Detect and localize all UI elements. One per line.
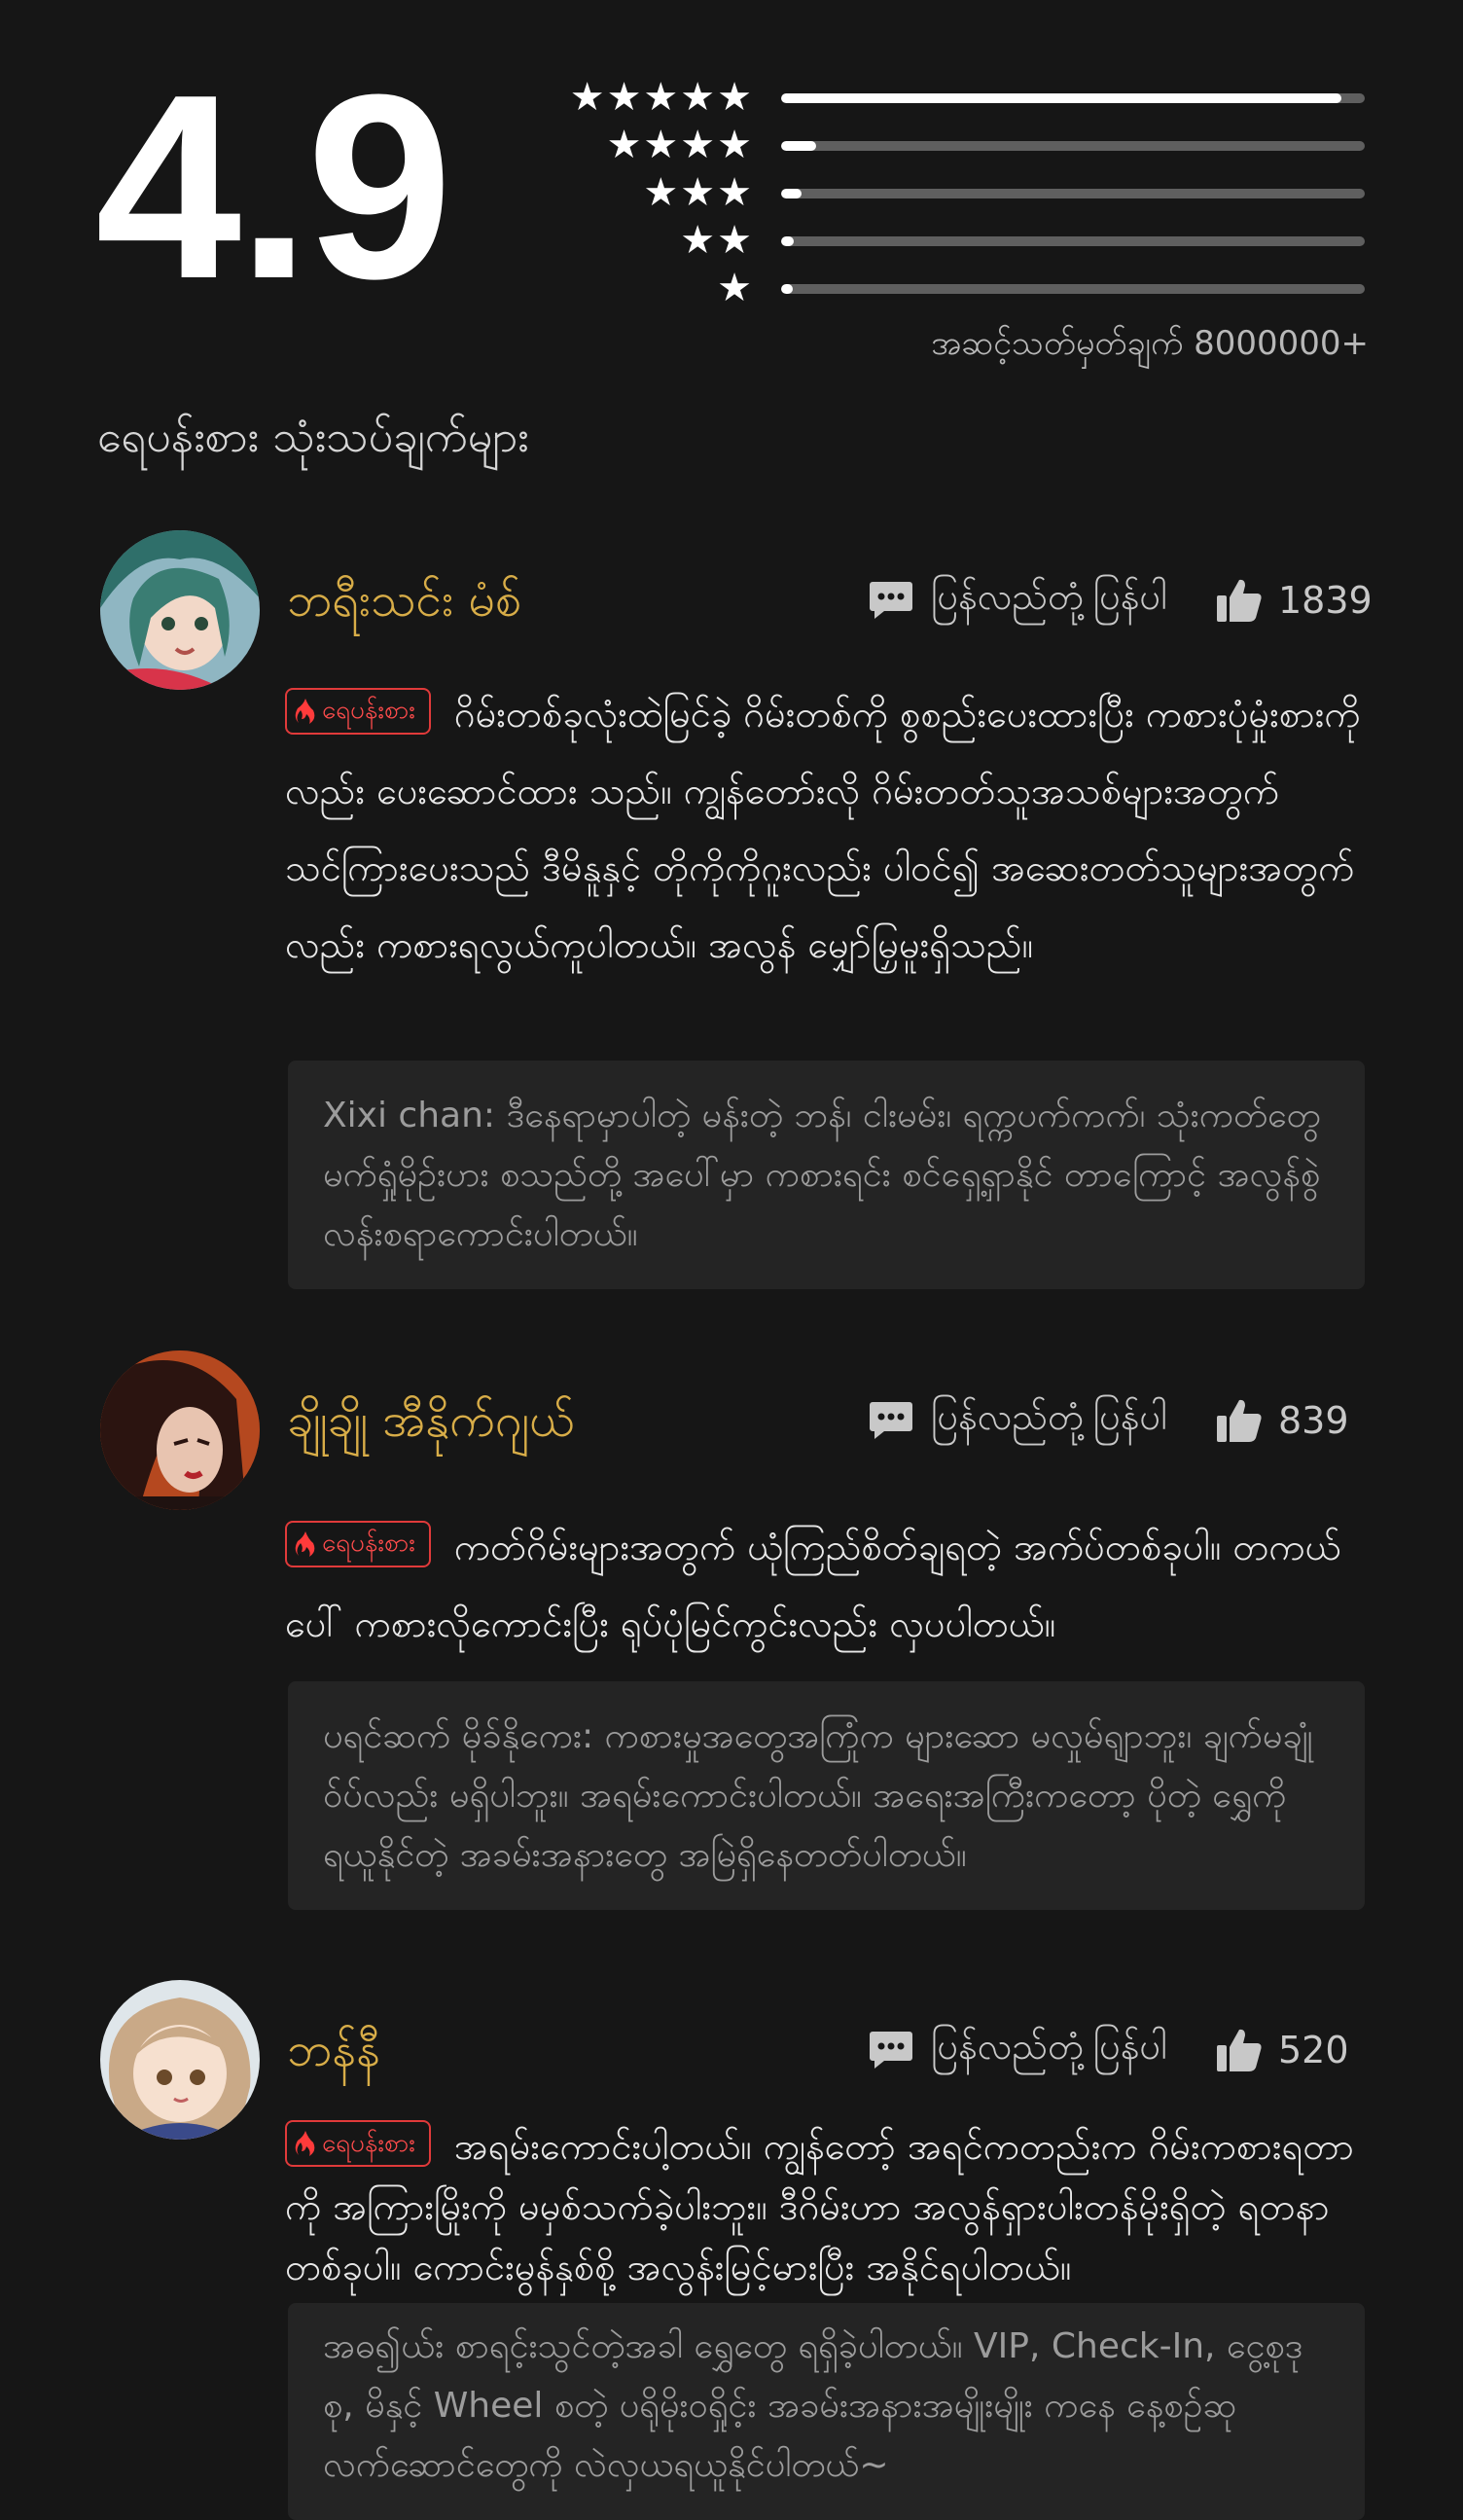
section-title: ရေပန်းစား သုံးသပ်ချက်များ xyxy=(97,411,529,462)
reply-button[interactable]: ပြန်လည်တုံ့ပြန်ပါ xyxy=(869,1391,1167,1450)
rating-count: အဆင့်သတ်မှတ်ချက် 8000000+ xyxy=(931,324,1369,363)
review-text: ရေပန်းစား ဂိမ်းတစ်ခုလုံးထဲမြင်ခဲ့ ဂိမ်းတ… xyxy=(285,676,1376,984)
review-body: ကတ်ဂိမ်းများအတွက် ယုံကြည်စိတ်ချရတဲ့ အက်ပ… xyxy=(285,1526,1341,1645)
rating-bar xyxy=(781,93,1365,103)
rating-bar-fill xyxy=(781,141,816,151)
badge-label: ရေပန်းစား xyxy=(322,2128,415,2158)
thumbs-up-icon xyxy=(1217,2029,1262,2071)
like-button[interactable]: 1839 xyxy=(1216,571,1373,630)
developer-reply-text: အဓ၍ယ်း စာရင့်းသွင်တဲ့အခါ ရွှေတွေ ရရှိခဲ့… xyxy=(323,2326,1303,2485)
avatar[interactable] xyxy=(100,1350,260,1510)
rating-bar xyxy=(781,284,1365,294)
rating-row-1: ★ xyxy=(545,269,1367,307)
review-body: ဂိမ်းတစ်ခုလုံးထဲမြင်ခဲ့ ဂိမ်းတစ်ကို စွစည… xyxy=(285,693,1361,966)
chat-icon xyxy=(870,582,912,619)
review-body: အရမ်းကောင်းပါ့တယ်။ ကျွန်တော့် အရင်ကတည်းက… xyxy=(285,2125,1354,2288)
star-icons: ★★ xyxy=(680,218,754,263)
star-icons: ★★★★★ xyxy=(569,75,754,120)
developer-reply-text: Xixi chan: ဒီနေရာမှာပါတဲ့ မန်းတဲ့ ဘန်၊ င… xyxy=(323,1096,1321,1254)
review-text: ရေပန်းစား အရမ်းကောင်းပါ့တယ်။ ကျွန်တော့် … xyxy=(285,2116,1376,2297)
rating-bar-fill xyxy=(781,236,795,246)
average-score: 4.9 xyxy=(95,41,452,334)
popular-badge: ရေပန်းစား xyxy=(285,687,431,735)
star-icons: ★★★★ xyxy=(606,123,754,167)
rating-bar-fill xyxy=(781,93,1341,103)
thumbs-up-icon xyxy=(1217,1399,1262,1442)
badge-label: ရေပန်းစား xyxy=(322,696,415,725)
developer-reply: အဓ၍ယ်း စာရင့်းသွင်တဲ့အခါ ရွှေတွေ ရရှိခဲ့… xyxy=(288,2303,1365,2520)
reply-label: ပြန်လည်တုံ့ပြန်ပါ xyxy=(931,1395,1167,1438)
developer-reply: Xixi chan: ဒီနေရာမှာပါတဲ့ မန်းတဲ့ ဘန်၊ င… xyxy=(288,1061,1365,1289)
popular-badge: ရေပန်းစား xyxy=(285,1520,431,1567)
popular-badge: ရေပန်းစား xyxy=(285,2119,431,2167)
rating-row-3: ★★★ xyxy=(545,173,1367,212)
reply-button[interactable]: ပြန်လည်တုံ့ပြန်ပါ xyxy=(869,571,1167,630)
avatar[interactable] xyxy=(100,530,260,690)
reply-button[interactable]: ပြန်လည်တုံ့ပြန်ပါ xyxy=(869,2021,1167,2079)
like-count: 1839 xyxy=(1278,579,1373,622)
rating-row-5: ★★★★★ xyxy=(545,78,1367,117)
flame-icon xyxy=(295,2130,315,2156)
rating-bar-fill xyxy=(781,189,802,198)
avatar[interactable] xyxy=(100,1980,260,2140)
reply-label: ပြန်လည်တုံ့ပြန်ပါ xyxy=(931,575,1167,618)
review-text: ရေပန်းစား ကတ်ဂိမ်းများအတွက် ယုံကြည်စိတ်ခ… xyxy=(285,1509,1376,1663)
like-count: 839 xyxy=(1278,1399,1349,1442)
flame-icon xyxy=(295,698,315,724)
reviewer-name: ချိုချို အီနိုက်ဂျယ် xyxy=(287,1393,575,1448)
reply-label: ပြန်လည်တုံ့ပြန်ပါ xyxy=(931,2025,1167,2068)
rating-row-2: ★★ xyxy=(545,221,1367,260)
rating-summary: 4.9 ★★★★★ ★★★★ ★★★ ★★ ★ အဆင့်သတ်မှတ်ချက်… xyxy=(0,0,1463,379)
badge-label: ရေပန်းစား xyxy=(322,1529,415,1558)
chat-icon xyxy=(870,2032,912,2069)
rating-bar xyxy=(781,236,1365,246)
flame-icon xyxy=(295,1530,315,1557)
star-icons: ★★★ xyxy=(643,170,754,215)
thumbs-up-icon xyxy=(1217,579,1262,622)
like-count: 520 xyxy=(1278,2029,1349,2071)
developer-reply-text: ပရင်ဆက် မိုခ်နိုကေး: ကစားမှုအတွေအကြုံက မ… xyxy=(323,1716,1313,1875)
reviewer-name: ဘန်နီ xyxy=(287,2023,380,2077)
chat-icon xyxy=(870,1402,912,1439)
star-icons: ★ xyxy=(717,266,754,310)
rating-bar xyxy=(781,189,1365,198)
rating-row-4: ★★★★ xyxy=(545,126,1367,164)
like-button[interactable]: 839 xyxy=(1216,1391,1349,1450)
rating-bar-fill xyxy=(781,284,793,294)
reviewer-name: ဘရီးသင်း မံစ် xyxy=(287,573,521,628)
like-button[interactable]: 520 xyxy=(1216,2021,1349,2079)
rating-bar xyxy=(781,141,1365,151)
developer-reply: ပရင်ဆက် မိုခ်နိုကေး: ကစားမှုအတွေအကြုံက မ… xyxy=(288,1681,1365,1910)
